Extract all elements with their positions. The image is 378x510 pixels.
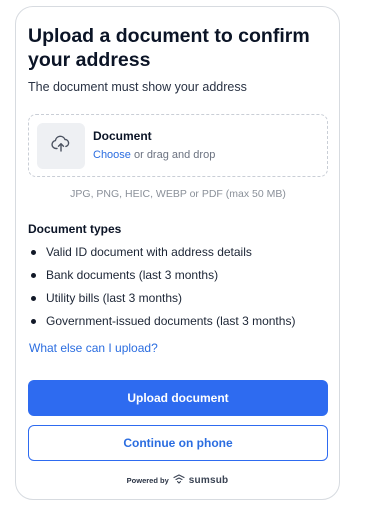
dropzone-hint: Choose or drag and drop <box>93 149 215 161</box>
page-subtitle: The document must show your address <box>28 80 247 94</box>
dropzone-hint-text: or drag and drop <box>130 149 216 161</box>
document-dropzone[interactable]: Document Choose or drag and drop <box>28 114 328 177</box>
choose-file-link[interactable]: Choose <box>93 149 131 161</box>
list-item: Bank documents (last 3 months) <box>28 267 295 290</box>
continue-on-phone-button[interactable]: Continue on phone <box>28 425 328 461</box>
bullet-icon <box>31 250 36 255</box>
powered-by-footer: Powered by sumsub <box>0 474 355 486</box>
page-title: Upload a document to confirm your addres… <box>28 25 310 71</box>
bullet-icon <box>31 319 36 324</box>
sumsub-logo-icon <box>173 474 185 486</box>
document-types-list: Valid ID document with address details B… <box>28 244 295 336</box>
list-item-label: Valid ID document with address details <box>46 245 252 259</box>
list-item: Valid ID document with address details <box>28 244 295 267</box>
dropzone-label: Document <box>93 129 152 143</box>
list-item: Government-issued documents (last 3 mont… <box>28 313 295 336</box>
bullet-icon <box>31 296 36 301</box>
list-item: Utility bills (last 3 months) <box>28 290 295 313</box>
list-item-label: Government-issued documents (last 3 mont… <box>46 314 296 328</box>
upload-document-button[interactable]: Upload document <box>28 380 328 416</box>
list-item-label: Utility bills (last 3 months) <box>46 291 183 305</box>
document-types-heading: Document types <box>28 222 122 236</box>
accepted-formats: JPG, PNG, HEIC, WEBP or PDF (max 50 MB) <box>70 188 286 200</box>
cloud-upload-icon <box>51 135 71 158</box>
what-else-link[interactable]: What else can I upload? <box>29 341 158 355</box>
list-item-label: Bank documents (last 3 months) <box>46 268 219 282</box>
bullet-icon <box>31 273 36 278</box>
powered-by-label: Powered by <box>126 475 169 485</box>
brand-name: sumsub <box>188 474 229 486</box>
upload-icon-box <box>37 123 85 169</box>
